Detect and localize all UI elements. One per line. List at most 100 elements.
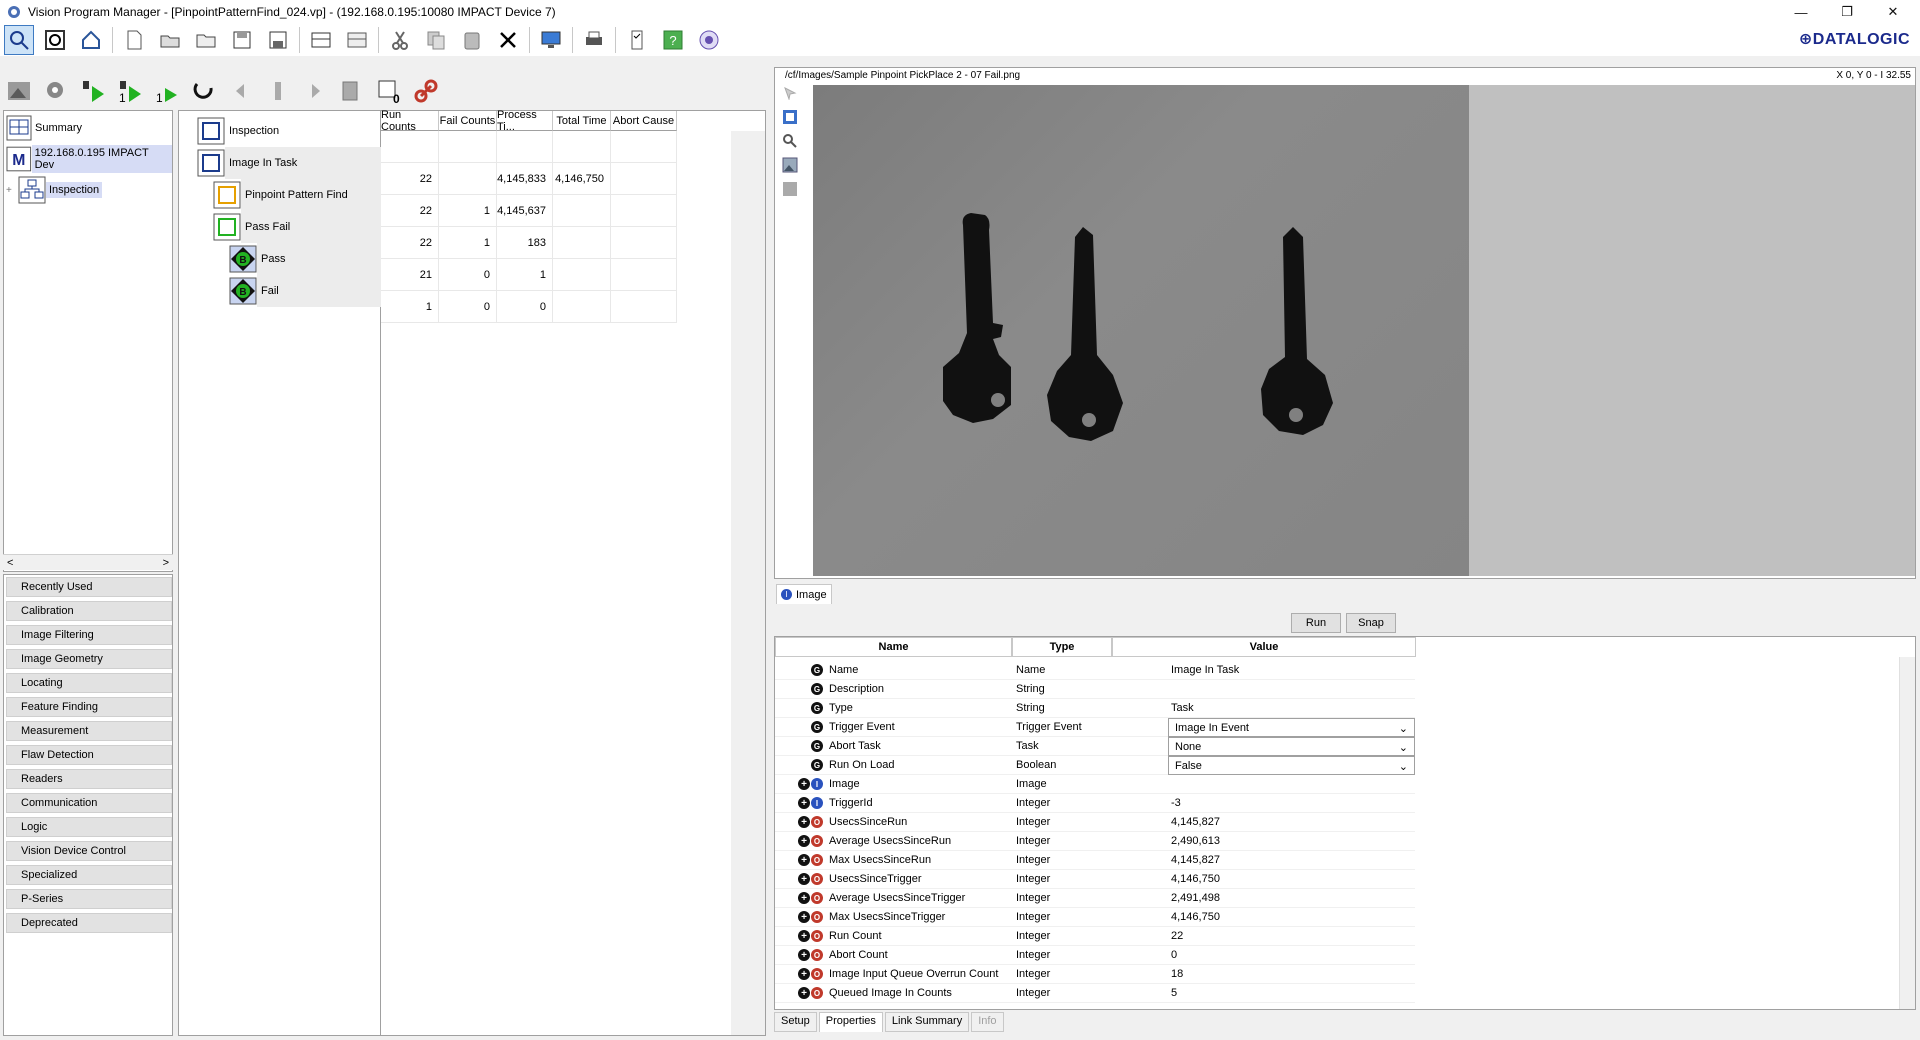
run-single-icon[interactable]: 1 <box>152 76 182 106</box>
property-value[interactable]: Task <box>1171 702 1194 714</box>
expand-icon[interactable]: + <box>798 816 810 828</box>
scroll-right-arrow[interactable]: > <box>163 557 169 569</box>
counter-reset-icon[interactable]: 0 <box>374 76 404 106</box>
tree-item-inspection[interactable]: + Inspection <box>6 175 103 205</box>
property-value[interactable]: 5 <box>1171 987 1177 999</box>
property-value[interactable]: 4,146,750 <box>1171 911 1220 923</box>
category-locating[interactable]: Locating <box>6 673 172 693</box>
property-value[interactable]: 4,146,750 <box>1171 873 1220 885</box>
grid-column-header[interactable]: Abort Cause <box>611 111 677 131</box>
property-row[interactable]: + O Image Input Queue Overrun Count Integer… <box>775 965 1415 984</box>
restore-button[interactable]: ❐ <box>1824 0 1870 24</box>
monitor-mode-button[interactable] <box>4 25 34 55</box>
tab-image[interactable]: I Image <box>776 584 832 604</box>
property-row[interactable]: G Type String Task <box>775 699 1415 718</box>
property-value-dropdown[interactable]: Image In Event ⌄ <box>1168 718 1415 737</box>
category-image-geometry[interactable]: Image Geometry <box>6 649 172 669</box>
category-recently-used[interactable]: Recently Used <box>6 577 172 597</box>
save-icon[interactable] <box>227 25 257 55</box>
property-value-dropdown[interactable]: False ⌄ <box>1168 756 1415 775</box>
copy-icon[interactable] <box>421 25 451 55</box>
property-row[interactable]: + O Abort Count Integer 0 <box>775 946 1415 965</box>
property-row[interactable]: G Abort Task Task None ⌄ <box>775 737 1415 756</box>
run-once-icon[interactable] <box>78 76 108 106</box>
snap-button[interactable]: Snap <box>1346 613 1396 633</box>
category-communication[interactable]: Communication <box>6 793 172 813</box>
property-row[interactable]: + O UsecsSinceRun Integer 4,145,827 <box>775 813 1415 832</box>
property-row[interactable]: + O UsecsSinceTrigger Integer 4,146,750 <box>775 870 1415 889</box>
run-button[interactable]: Run <box>1291 613 1341 633</box>
property-row[interactable]: + O Queued Image In Counts Integer 5 <box>775 984 1415 1003</box>
category-calibration[interactable]: Calibration <box>6 601 172 621</box>
overlay-icon[interactable] <box>781 108 799 126</box>
open-folder-icon[interactable] <box>155 25 185 55</box>
expand-icon[interactable]: + <box>798 835 810 847</box>
property-value[interactable]: 2,491,498 <box>1171 892 1220 904</box>
monitor-icon[interactable] <box>536 25 566 55</box>
category-flaw-detection[interactable]: Flaw Detection <box>6 745 172 765</box>
property-value[interactable]: 4,145,827 <box>1171 816 1220 828</box>
property-row[interactable]: + O Max UsecsSinceTrigger Integer 4,146,750 <box>775 908 1415 927</box>
stop-button[interactable] <box>40 25 70 55</box>
pause-icon[interactable] <box>263 76 293 106</box>
grid-column-header[interactable]: Fail Counts <box>439 111 497 131</box>
task-row[interactable]: Inspection <box>179 115 381 147</box>
property-value[interactable]: Image In Task <box>1171 664 1239 676</box>
tab-link-summary[interactable]: Link Summary <box>884 1012 970 1032</box>
close-button[interactable]: ✕ <box>1870 0 1916 24</box>
property-row[interactable]: + O Run Count Integer 22 <box>775 927 1415 946</box>
task-row[interactable]: Image In Task <box>179 147 381 179</box>
property-row[interactable]: + I Image Image <box>775 775 1415 794</box>
expand-icon[interactable]: + <box>798 892 810 904</box>
expand-icon[interactable]: + <box>798 930 810 942</box>
grid-column-header[interactable]: Process Ti... <box>497 109 553 133</box>
expand-icon[interactable]: + <box>798 949 810 961</box>
property-row[interactable]: G Run On Load Boolean False ⌄ <box>775 756 1415 775</box>
new-file-icon[interactable] <box>119 25 149 55</box>
image-mode-icon[interactable] <box>4 76 34 106</box>
tab-setup[interactable]: Setup <box>774 1012 817 1032</box>
column-header-type[interactable]: Type <box>1012 637 1112 657</box>
task-row[interactable]: Pass Fail <box>179 211 381 243</box>
property-row[interactable]: + O Max UsecsSinceRun Integer 4,145,827 <box>775 851 1415 870</box>
step-back-icon[interactable] <box>226 76 256 106</box>
category-deprecated[interactable]: Deprecated <box>6 913 172 933</box>
fit-icon[interactable] <box>781 180 799 198</box>
checklist-icon[interactable] <box>622 25 652 55</box>
task-row[interactable]: Pinpoint Pattern Find <box>179 179 381 211</box>
expand-icon[interactable]: + <box>798 873 810 885</box>
column-header-name[interactable]: Name <box>775 637 1012 657</box>
folder-icon[interactable] <box>191 25 221 55</box>
tab-info[interactable]: Info <box>971 1012 1004 1032</box>
property-value[interactable]: -3 <box>1171 797 1181 809</box>
category-readers[interactable]: Readers <box>6 769 172 789</box>
run-continuous-icon[interactable] <box>189 76 219 106</box>
expand-icon[interactable]: + <box>798 987 810 999</box>
pointer-icon[interactable] <box>781 84 799 102</box>
chevron-down-icon[interactable]: ⌄ <box>1399 741 1408 754</box>
expand-icon[interactable]: + <box>798 778 810 790</box>
category-specialized[interactable]: Specialized <box>6 865 172 885</box>
category-measurement[interactable]: Measurement <box>6 721 172 741</box>
column-header-value[interactable]: Value <box>1112 637 1416 657</box>
expand-icon[interactable]: + <box>6 185 18 196</box>
property-value[interactable]: 18 <box>1171 968 1183 980</box>
property-value[interactable]: 4,145,827 <box>1171 854 1220 866</box>
expand-icon[interactable]: + <box>798 911 810 923</box>
scroll-left-arrow[interactable]: < <box>7 557 13 569</box>
about-icon[interactable] <box>694 25 724 55</box>
property-row[interactable]: G Description String <box>775 680 1415 699</box>
expand-icon[interactable]: + <box>798 968 810 980</box>
home-icon[interactable] <box>76 25 106 55</box>
tree-horizontal-scrollbar[interactable]: < > <box>3 554 173 570</box>
property-row[interactable]: + O Average UsecsSinceTrigger Integer 2,491,… <box>775 889 1415 908</box>
category-logic[interactable]: Logic <box>6 817 172 837</box>
property-value-dropdown[interactable]: None ⌄ <box>1168 737 1415 756</box>
cut-icon[interactable] <box>385 25 415 55</box>
category-p-series[interactable]: P-Series <box>6 889 172 909</box>
save-all-icon[interactable] <box>263 25 293 55</box>
zoom-icon[interactable] <box>781 132 799 150</box>
category-feature-finding[interactable]: Feature Finding <box>6 697 172 717</box>
expand-icon[interactable]: + <box>798 854 810 866</box>
help-icon[interactable]: ? <box>658 25 688 55</box>
